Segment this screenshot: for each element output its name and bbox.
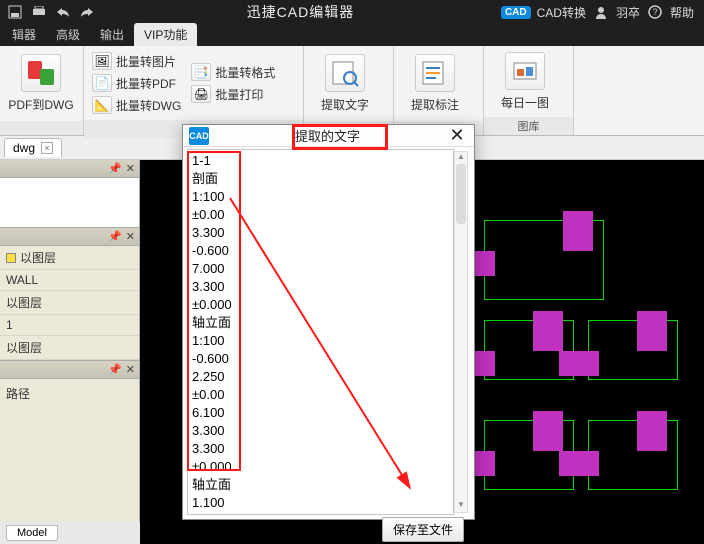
layer-row[interactable]: 以图层: [0, 336, 139, 360]
tab-vip[interactable]: VIP功能: [134, 23, 197, 46]
help-link[interactable]: 帮助: [670, 4, 694, 21]
footer-tabs: Model: [0, 522, 140, 544]
svg-text:?: ?: [652, 7, 657, 17]
layer-row[interactable]: 以图层: [0, 291, 139, 315]
list-item[interactable]: 1:100: [192, 188, 449, 206]
list-item[interactable]: 7.000: [192, 260, 449, 278]
close-pane-icon[interactable]: ✕: [126, 363, 135, 376]
print-small-icon: 🖨: [191, 85, 211, 103]
save-to-file-button[interactable]: 保存至文件: [382, 517, 464, 542]
app-title: 迅捷CAD编辑器: [100, 2, 501, 22]
document-tab-label: dwg: [13, 141, 35, 155]
titlebar: 迅捷CAD编辑器 CAD CAD转换 羽卒 ? 帮助: [0, 0, 704, 24]
left-panel: 📌✕ 📌✕ 以图层 WALL 以图层 1 以图层 📌✕ 路径: [0, 160, 140, 544]
list-item[interactable]: 3.300: [192, 224, 449, 242]
cad-convert-link[interactable]: CAD转换: [537, 4, 586, 21]
pin-icon[interactable]: 📌: [108, 363, 122, 376]
pin-icon[interactable]: 📌: [108, 162, 122, 175]
batch-to-dwg-button[interactable]: 📐批量转DWG: [88, 94, 185, 116]
batch-to-image-button[interactable]: 🖼批量转图片: [88, 50, 185, 72]
redo-icon[interactable]: [76, 2, 98, 22]
list-item[interactable]: 轴立面: [192, 476, 449, 494]
list-item[interactable]: ±0.000: [192, 458, 449, 476]
image-icon: 🖼: [92, 52, 112, 70]
user-name[interactable]: 羽卒: [616, 4, 640, 21]
tab-output[interactable]: 输出: [90, 23, 134, 46]
group-label: [0, 121, 83, 135]
scroll-up-icon[interactable]: ▲: [455, 152, 467, 164]
layer-row[interactable]: 1: [0, 315, 139, 336]
list-item[interactable]: 1.100: [192, 494, 449, 512]
list-item[interactable]: ±0.00: [192, 206, 449, 224]
close-pane-icon[interactable]: ✕: [126, 162, 135, 175]
group-gallery-label: 图库: [484, 117, 573, 135]
extract-text-dialog: CAD 提取的文字 ✕ 1-1剖面1:100±0.003.300-0.6007.…: [182, 124, 475, 520]
layer-list: 以图层 WALL 以图层 1 以图层: [0, 246, 139, 361]
batch-format-button[interactable]: 📑批量转格式: [187, 61, 279, 83]
list-item[interactable]: ±0.000: [192, 296, 449, 314]
list-item[interactable]: 1-1: [192, 152, 449, 170]
cad-badge: CAD: [501, 6, 531, 19]
list-item[interactable]: ±0.00: [192, 386, 449, 404]
pdf-to-dwg-button[interactable]: PDF到DWG: [4, 50, 78, 117]
dialog-title: 提取的文字: [209, 126, 446, 145]
list-item[interactable]: 3.300: [192, 422, 449, 440]
batch-print-button[interactable]: 🖨批量打印: [187, 83, 279, 105]
list-item[interactable]: 3.300: [192, 440, 449, 458]
extract-annotation-button[interactable]: 提取标注: [398, 50, 472, 117]
extract-text-icon: [325, 54, 365, 92]
user-icon[interactable]: [592, 3, 610, 21]
pane-header: 📌✕: [0, 160, 139, 178]
list-item[interactable]: 剖面: [192, 170, 449, 188]
scroll-down-icon[interactable]: ▼: [455, 500, 467, 512]
extract-text-button[interactable]: 提取文字: [308, 50, 382, 117]
pdf-small-icon: 📄: [92, 74, 112, 92]
scrollbar[interactable]: ▲ ▼: [454, 151, 468, 513]
batch-to-pdf-button[interactable]: 📄批量转PDF: [88, 72, 185, 94]
dwg-icon: 📐: [92, 96, 112, 114]
list-item[interactable]: 3.300: [192, 278, 449, 296]
print-icon[interactable]: [28, 2, 50, 22]
tab-advanced[interactable]: 高级: [46, 23, 90, 46]
model-tab[interactable]: Model: [6, 525, 58, 541]
save-icon[interactable]: [4, 2, 26, 22]
list-item[interactable]: 轴立面: [192, 314, 449, 332]
format-icon: 📑: [191, 63, 211, 81]
property-label: 路径: [0, 379, 139, 408]
cad-icon: CAD: [189, 127, 209, 145]
tree-pane[interactable]: [0, 178, 139, 228]
list-item[interactable]: 6.100: [192, 404, 449, 422]
list-item[interactable]: -0.600: [192, 350, 449, 368]
close-pane-icon[interactable]: ✕: [126, 230, 135, 243]
ribbon: PDF到DWG 🖼批量转图片 📄批量转PDF 📐批量转DWG 📑批量转格式 🖨批…: [0, 46, 704, 136]
list-item[interactable]: 1:100: [192, 332, 449, 350]
layer-row[interactable]: WALL: [0, 270, 139, 291]
extracted-text-list[interactable]: 1-1剖面1:100±0.003.300-0.6007.0003.300±0.0…: [187, 149, 454, 515]
list-item[interactable]: 2.250: [192, 368, 449, 386]
menubar: 辑器 高级 输出 VIP功能: [0, 24, 704, 46]
list-item[interactable]: -0.600: [192, 242, 449, 260]
extract-anno-icon: [415, 54, 455, 92]
tab-editor[interactable]: 辑器: [2, 23, 46, 46]
scroll-thumb[interactable]: [456, 164, 466, 224]
daily-icon: [505, 52, 545, 90]
close-icon[interactable]: ✕: [446, 125, 468, 146]
pdf-icon: [21, 54, 61, 92]
dialog-titlebar: CAD 提取的文字 ✕: [183, 125, 474, 147]
color-swatch: [6, 253, 16, 263]
layer-row[interactable]: 以图层: [0, 246, 139, 270]
property-pane: 路径: [0, 379, 139, 544]
close-icon[interactable]: ×: [41, 142, 53, 154]
document-tab[interactable]: dwg ×: [4, 138, 62, 157]
undo-icon[interactable]: [52, 2, 74, 22]
help-icon[interactable]: ?: [646, 3, 664, 21]
daily-image-button[interactable]: 每日一图: [488, 50, 562, 113]
pin-icon[interactable]: 📌: [108, 230, 122, 243]
